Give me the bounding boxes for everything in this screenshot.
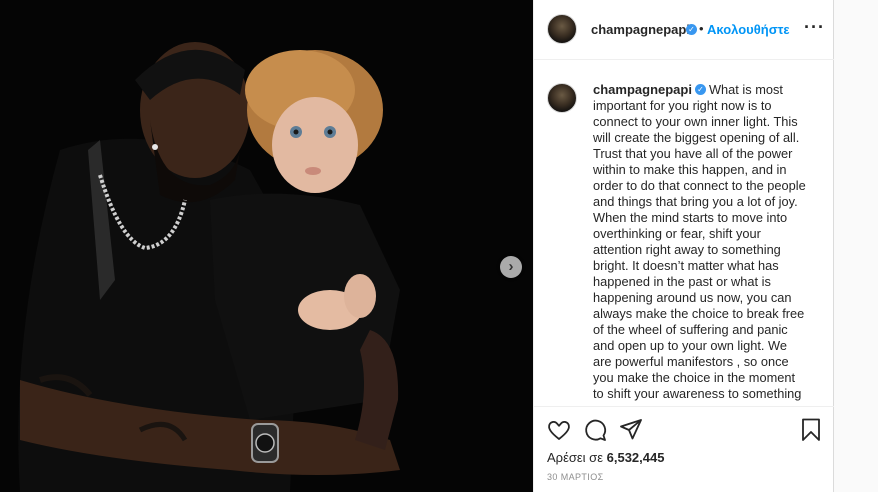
header-username-link[interactable]: champagnepapi xyxy=(591,22,690,37)
verified-badge-icon: ✓ xyxy=(694,84,706,96)
comment-icon[interactable] xyxy=(582,417,608,443)
header-separator: • xyxy=(699,21,704,36)
caption-avatar[interactable] xyxy=(547,83,577,113)
caption-text: What is most important for you right now… xyxy=(593,82,806,401)
post-date[interactable]: 30 ΜΑΡΤΙΟΣ xyxy=(547,472,604,482)
next-slide-button[interactable]: › xyxy=(500,256,522,278)
post-actions: Αρέσει σε 6,532,445 30 ΜΑΡΤΙΟΣ xyxy=(534,406,834,492)
more-options-icon[interactable]: ··· xyxy=(804,17,825,37)
likes-number: 6,532,445 xyxy=(606,450,665,465)
post-image[interactable]: › xyxy=(0,0,533,492)
post-header: champagnepapi ✓ • Ακολουθήστε ··· xyxy=(534,0,834,60)
post-photo xyxy=(0,0,533,492)
likes-count[interactable]: Αρέσει σε 6,532,445 xyxy=(547,450,664,465)
bookmark-icon[interactable] xyxy=(798,417,824,443)
verified-badge-icon: ✓ xyxy=(686,24,697,35)
avatar[interactable] xyxy=(547,14,577,44)
likes-prefix: Αρέσει σε xyxy=(547,450,603,465)
chevron-right-icon: › xyxy=(508,258,514,275)
share-icon[interactable] xyxy=(618,417,644,443)
heart-icon[interactable] xyxy=(546,417,572,443)
post-caption: champagnepapi ✓ What is most important for… xyxy=(593,82,806,402)
follow-button[interactable]: Ακολουθήστε xyxy=(707,22,790,37)
page-background xyxy=(834,0,878,492)
caption-username-link[interactable]: champagnepapi xyxy=(593,82,692,97)
post-side-panel: champagnepapi ✓ • Ακολουθήστε ··· champa… xyxy=(533,0,834,492)
comments-section[interactable]: champagnepapi ✓ What is most important for… xyxy=(534,60,834,406)
